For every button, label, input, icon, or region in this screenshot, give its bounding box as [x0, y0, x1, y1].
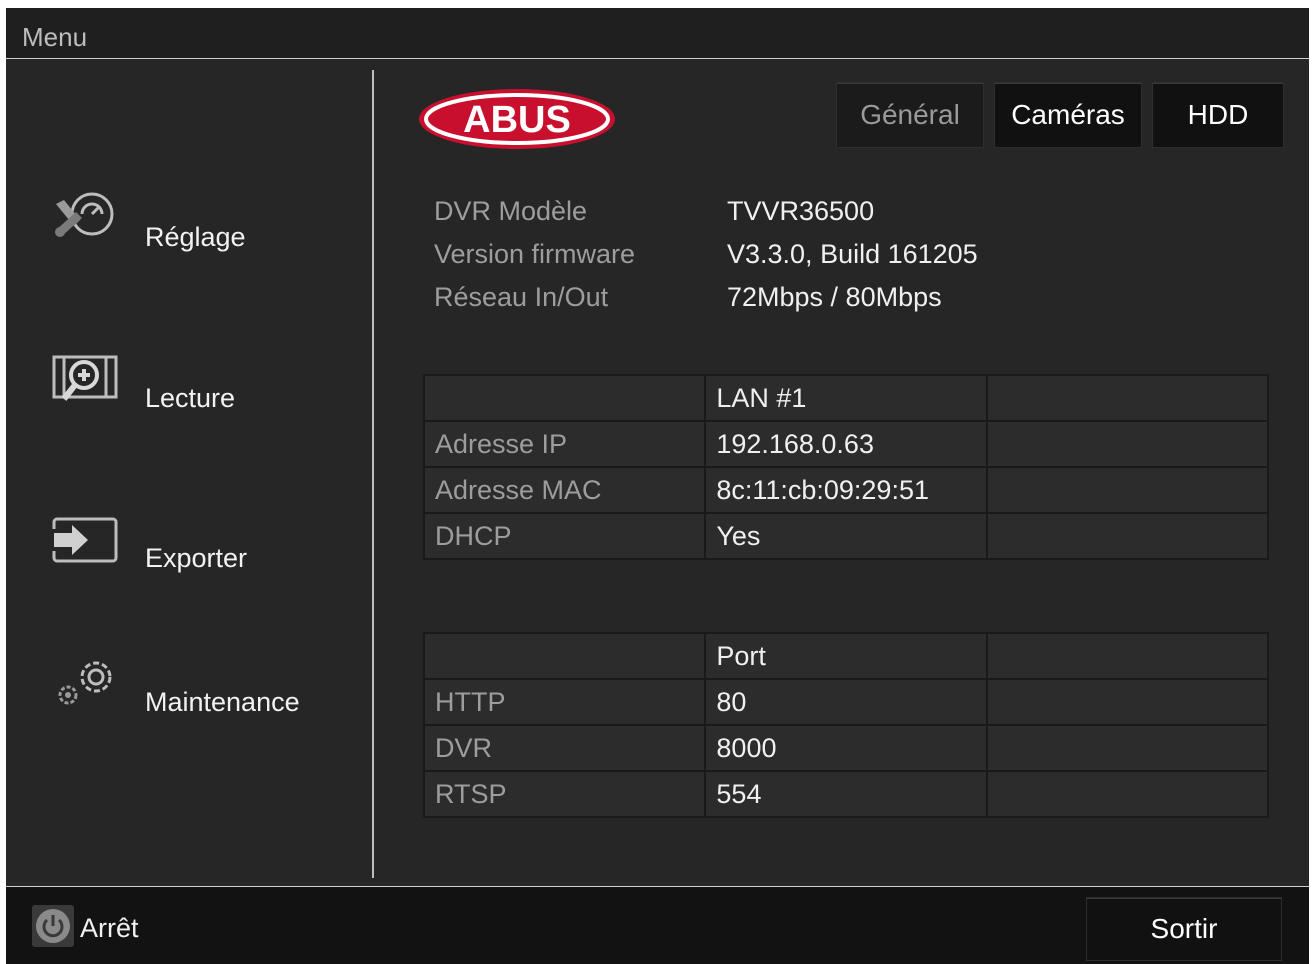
- table-cell-value: 8c:11:cb:09:29:51: [704, 466, 989, 514]
- info-value: TVVR36500: [727, 196, 875, 226]
- table-cell: [986, 374, 1269, 422]
- sidebar-item-maintenance[interactable]: Maintenance: [6, 655, 372, 725]
- sidebar-divider: [372, 70, 374, 878]
- sidebar-item-label: Maintenance: [145, 687, 300, 717]
- table-cell: [986, 466, 1269, 514]
- table-cell-label: DVR: [422, 724, 707, 772]
- power-button[interactable]: [32, 905, 74, 947]
- window-title: Menu: [22, 22, 88, 52]
- sidebar: Réglage Lecture Exporter Maintenance: [6, 59, 372, 885]
- table-cell: [985, 724, 1270, 772]
- sidebar-item-label: Exporter: [145, 543, 248, 573]
- dvr-menu-window: Menu Réglage Lecture Exporter Maintenanc…: [6, 8, 1309, 964]
- info-key: DVR Modèle: [434, 196, 588, 226]
- tab-cameras[interactable]: Caméras: [994, 82, 1142, 148]
- tab-general[interactable]: Général: [836, 82, 984, 148]
- sidebar-item-lecture[interactable]: Lecture: [6, 351, 372, 421]
- tab-hdd[interactable]: HDD: [1152, 82, 1284, 148]
- gears-icon: [50, 655, 120, 715]
- table-cell: [986, 420, 1269, 468]
- table-cell: [422, 374, 707, 422]
- table-cell-value: 192.168.0.63: [704, 420, 989, 468]
- table-row: Adresse MAC 8c:11:cb:09:29:51: [422, 466, 1269, 514]
- table-row: Adresse IP 192.168.0.63: [422, 420, 1269, 468]
- playback-film-icon: [50, 351, 120, 411]
- info-row-firmware: Version firmware V3.3.0, Build 161205: [434, 239, 1134, 279]
- table-cell-value: 80: [704, 678, 988, 726]
- titlebar: Menu: [6, 8, 1309, 59]
- table-row: RTSP 554: [422, 770, 1270, 818]
- export-icon: [50, 511, 120, 571]
- info-value: V3.3.0, Build 161205: [727, 239, 978, 269]
- sidebar-item-label: Réglage: [145, 222, 246, 252]
- exit-button[interactable]: Sortir: [1086, 897, 1282, 961]
- table-header-row: LAN #1: [422, 374, 1269, 422]
- table-cell-value: 554: [704, 770, 988, 818]
- table-cell: [422, 632, 707, 680]
- info-row-model: DVR Modèle TVVR36500: [434, 196, 1134, 236]
- table-header: LAN #1: [704, 374, 989, 422]
- info-row-network: Réseau In/Out 72Mbps / 80Mbps: [434, 282, 1134, 322]
- info-key: Version firmware: [434, 239, 636, 269]
- svg-text:ABUS: ABUS: [463, 99, 571, 141]
- table-header: Port: [704, 632, 988, 680]
- table-row: DVR 8000: [422, 724, 1270, 772]
- table-cell-label: Adresse MAC: [422, 466, 707, 514]
- table-cell: [985, 678, 1270, 726]
- port-table: Port HTTP 80 DVR 8000 RTSP 554: [422, 632, 1270, 818]
- bottom-bar: Arrêt Sortir: [6, 886, 1309, 964]
- settings-tools-icon: [50, 190, 120, 250]
- table-cell-label: DHCP: [422, 512, 707, 560]
- abus-logo: ABUS: [416, 86, 618, 152]
- table-cell: [986, 512, 1269, 560]
- lan-table: LAN #1 Adresse IP 192.168.0.63 Adresse M…: [422, 374, 1269, 560]
- table-row: DHCP Yes: [422, 512, 1269, 560]
- table-cell-value: Yes: [704, 512, 989, 560]
- table-cell: [985, 770, 1270, 818]
- power-icon: [36, 909, 70, 943]
- info-value: 72Mbps / 80Mbps: [727, 282, 942, 312]
- table-cell-value: 8000: [704, 724, 988, 772]
- sidebar-item-reglage[interactable]: Réglage: [6, 190, 372, 260]
- table-cell-label: Adresse IP: [422, 420, 707, 468]
- table-header-row: Port: [422, 632, 1270, 680]
- table-cell-label: HTTP: [422, 678, 707, 726]
- table-cell-label: RTSP: [422, 770, 707, 818]
- sidebar-item-label: Lecture: [145, 383, 236, 413]
- info-key: Réseau In/Out: [434, 282, 609, 312]
- table-cell: [985, 632, 1270, 680]
- table-row: HTTP 80: [422, 678, 1270, 726]
- power-label[interactable]: Arrêt: [80, 913, 139, 944]
- sidebar-item-exporter[interactable]: Exporter: [6, 511, 372, 581]
